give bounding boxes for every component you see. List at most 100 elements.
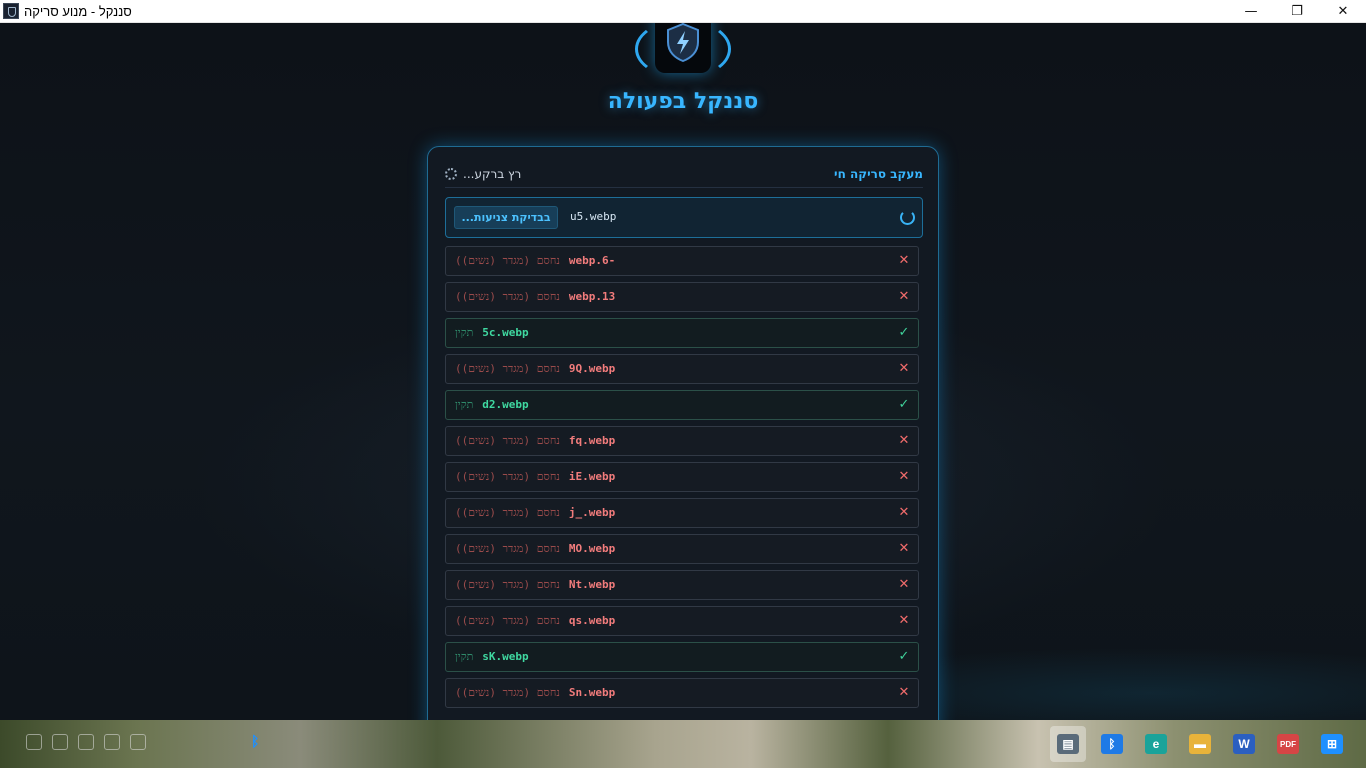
logo bbox=[633, 23, 733, 91]
x-icon: ✕ bbox=[898, 685, 910, 700]
tray-icon[interactable] bbox=[26, 734, 42, 750]
result-content: נחסם (מגדר (נשים)) 9Q.webp bbox=[455, 362, 615, 375]
result-status: נחסם (מגדר (נשים)) bbox=[455, 542, 560, 555]
x-icon: ✕ bbox=[898, 577, 910, 592]
app-preview-icon-glyph: ▤ bbox=[1057, 734, 1079, 754]
result-content: נחסם (מגדר (נשים)) qs.webp bbox=[455, 614, 615, 627]
app-shield-icon bbox=[3, 3, 19, 19]
shield-logo-icon bbox=[655, 23, 711, 73]
minimize-button[interactable]: — bbox=[1228, 0, 1274, 23]
tray-icon[interactable] bbox=[78, 734, 94, 750]
taskbar-apps: ▤ ᛒ e ▬ W PDF ⊞ bbox=[1050, 726, 1350, 762]
result-file-name: 9Q.webp bbox=[568, 362, 616, 375]
background-status: רץ ברקע... bbox=[445, 167, 521, 181]
result-row: נחסם (מגדר (נשים)) j_.webp ✕ bbox=[445, 498, 919, 528]
result-status: נחסם (מגדר (נשים)) bbox=[455, 362, 560, 375]
result-status: נחסם (מגדר (נשים)) bbox=[455, 686, 560, 699]
result-file-name: Nt.webp bbox=[568, 578, 616, 591]
window-titlebar: סננקל - מנוע סריקה — ❐ ✕ bbox=[0, 0, 1366, 23]
result-row: נחסם (מגדר (נשים)) MO.webp ✕ bbox=[445, 534, 919, 564]
edge-icon[interactable]: e bbox=[1138, 726, 1174, 762]
app-window: סננקל בפעולה רץ ברקע... מעקב סריקה חי בב… bbox=[0, 23, 1366, 720]
result-row: תקין 5c.webp ✓ bbox=[445, 318, 919, 348]
x-icon: ✕ bbox=[898, 289, 910, 304]
result-status: נחסם (מגדר (נשים)) bbox=[455, 290, 560, 303]
results-list: נחסם (מגדר (נשים)) webp.6- ✕ נחסם (מגדר (נש… bbox=[445, 246, 919, 714]
current-scan-item: בבדיקת צניעות... u5.webp bbox=[445, 197, 923, 238]
result-content: תקין d2.webp bbox=[455, 398, 529, 411]
bluetooth-icon[interactable]: ᛒ bbox=[1094, 726, 1130, 762]
x-icon: ✕ bbox=[898, 253, 910, 268]
pdf-icon[interactable]: PDF bbox=[1270, 726, 1306, 762]
result-row: נחסם (מגדר (נשים)) webp.6- ✕ bbox=[445, 246, 919, 276]
result-status: נחסם (מגדר (נשים)) bbox=[455, 470, 560, 483]
result-content: נחסם (מגדר (נשים)) webp.13 bbox=[455, 290, 615, 303]
result-status: נחסם (מגדר (נשים)) bbox=[455, 254, 560, 267]
loading-spinner-icon bbox=[445, 168, 457, 180]
scan-panel: רץ ברקע... מעקב סריקה חי בבדיקת צניעות..… bbox=[427, 146, 939, 720]
bluetooth-tray-icon[interactable]: ᛒ bbox=[251, 734, 259, 750]
result-row: נחסם (מגדר (נשים)) Nt.webp ✕ bbox=[445, 570, 919, 600]
result-row: נחסם (מגדר (נשים)) fq.webp ✕ bbox=[445, 426, 919, 456]
result-status: נחסם (מגדר (נשים)) bbox=[455, 506, 560, 519]
result-status: תקין bbox=[455, 326, 474, 339]
result-content: נחסם (מגדר (נשים)) Nt.webp bbox=[455, 578, 615, 591]
windows-start-icon-glyph: ⊞ bbox=[1321, 734, 1343, 754]
result-row: נחסם (מגדר (נשים)) 9Q.webp ✕ bbox=[445, 354, 919, 384]
current-file-name: u5.webp bbox=[570, 210, 617, 223]
edge-icon-glyph: e bbox=[1145, 734, 1167, 754]
panel-title: מעקב סריקה חי bbox=[834, 167, 923, 181]
file-explorer-icon-glyph: ▬ bbox=[1189, 734, 1211, 754]
check-icon: ✓ bbox=[898, 325, 910, 340]
result-content: תקין sK.webp bbox=[455, 650, 529, 663]
result-content: נחסם (מגדר (נשים)) fq.webp bbox=[455, 434, 615, 447]
result-file-name: sK.webp bbox=[482, 650, 529, 663]
result-file-name: j_.webp bbox=[568, 506, 616, 519]
result-file-name: webp.13 bbox=[568, 290, 616, 303]
word-icon[interactable]: W bbox=[1226, 726, 1262, 762]
result-status: תקין bbox=[455, 398, 474, 411]
pdf-icon-glyph: PDF bbox=[1277, 734, 1299, 754]
progress-spinner-icon bbox=[900, 210, 915, 225]
result-content: נחסם (מגדר (נשים)) webp.6- bbox=[455, 254, 615, 267]
panel-header: רץ ברקע... מעקב סריקה חי bbox=[445, 161, 923, 188]
app-preview-icon[interactable]: ▤ bbox=[1050, 726, 1086, 762]
result-content: תקין 5c.webp bbox=[455, 326, 529, 339]
window-controls: — ❐ ✕ bbox=[1228, 0, 1366, 23]
taskbar: ᛒ ▤ ᛒ e ▬ W PDF ⊞ bbox=[0, 720, 1366, 768]
result-row: נחסם (מגדר (נשים)) iE.webp ✕ bbox=[445, 462, 919, 492]
result-file-name: d2.webp bbox=[482, 398, 529, 411]
result-status: נחסם (מגדר (נשים)) bbox=[455, 578, 560, 591]
result-row: נחסם (מגדר (נשים)) qs.webp ✕ bbox=[445, 606, 919, 636]
result-row: תקין sK.webp ✓ bbox=[445, 642, 919, 672]
result-status: נחסם (מגדר (נשים)) bbox=[455, 614, 560, 627]
modesty-check-button[interactable]: בבדיקת צניעות... bbox=[454, 206, 558, 229]
result-file-name: 5c.webp bbox=[482, 326, 529, 339]
result-row: תקין d2.webp ✓ bbox=[445, 390, 919, 420]
background-status-text: רץ ברקע... bbox=[463, 167, 522, 181]
file-explorer-icon[interactable]: ▬ bbox=[1182, 726, 1218, 762]
maximize-button[interactable]: ❐ bbox=[1274, 0, 1320, 23]
tray-left bbox=[26, 734, 146, 750]
bluetooth-icon-glyph: ᛒ bbox=[1101, 734, 1123, 754]
result-status: נחסם (מגדר (נשים)) bbox=[455, 434, 560, 447]
result-file-name: qs.webp bbox=[568, 614, 616, 627]
tray-icon[interactable] bbox=[52, 734, 68, 750]
result-row: נחסם (מגדר (נשים)) Sn.webp ✕ bbox=[445, 678, 919, 708]
windows-start-icon[interactable]: ⊞ bbox=[1314, 726, 1350, 762]
result-file-name: Sn.webp bbox=[568, 686, 616, 699]
x-icon: ✕ bbox=[898, 505, 910, 520]
result-content: נחסם (מגדר (נשים)) MO.webp bbox=[455, 542, 615, 555]
x-icon: ✕ bbox=[898, 433, 910, 448]
x-icon: ✕ bbox=[898, 361, 910, 376]
result-file-name: MO.webp bbox=[568, 542, 616, 555]
result-content: נחסם (מגדר (נשים)) iE.webp bbox=[455, 470, 615, 483]
page-title: סננקל בפעולה bbox=[607, 89, 759, 114]
tray-icon[interactable] bbox=[104, 734, 120, 750]
close-button[interactable]: ✕ bbox=[1320, 0, 1366, 23]
x-icon: ✕ bbox=[898, 469, 910, 484]
x-icon: ✕ bbox=[898, 613, 910, 628]
result-content: נחסם (מגדר (נשים)) Sn.webp bbox=[455, 686, 615, 699]
window-title: סננקל - מנוע סריקה bbox=[24, 3, 132, 19]
tray-icon[interactable] bbox=[130, 734, 146, 750]
